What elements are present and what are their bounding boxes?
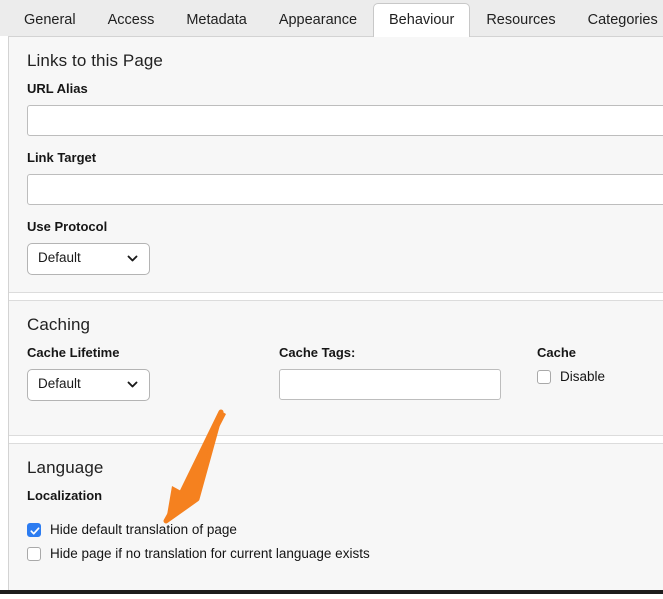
cache-tags-label: Cache Tags:: [279, 345, 356, 360]
url-alias-label: URL Alias: [27, 81, 88, 96]
section-title-links: Links to this Page: [27, 51, 163, 70]
cache-tags-input[interactable]: [279, 369, 501, 400]
cache-tags-column: Cache Tags:: [279, 345, 501, 400]
tab-appearance[interactable]: Appearance: [263, 3, 373, 37]
cache-disable-checkbox[interactable]: [537, 369, 551, 384]
link-target-input[interactable]: [27, 174, 663, 205]
language-section: Language Localization Hide default trans…: [9, 444, 663, 582]
cache-disable-label: Disable: [560, 369, 606, 384]
use-protocol-select[interactable]: Default: [27, 243, 150, 275]
cache-lifetime-column: Cache Lifetime Default: [27, 345, 150, 406]
url-alias-input[interactable]: [27, 105, 663, 136]
tab-resources[interactable]: Resources: [470, 3, 571, 37]
hide-default-translation-label: Hide default translation of page: [50, 522, 237, 537]
caching-section: Caching Cache Lifetime Default Cache Tag…: [9, 301, 663, 435]
tab-categories[interactable]: Categories: [572, 3, 663, 37]
use-protocol-label: Use Protocol: [27, 219, 108, 234]
cache-column: Cache Disable: [537, 345, 605, 393]
section-title-language: Language: [27, 458, 104, 477]
hide-default-translation-row[interactable]: Hide default translation of page: [27, 522, 663, 537]
chevron-down-icon: [127, 377, 138, 388]
links-to-this-page-section: Links to this Page URL Alias Link Target…: [9, 37, 663, 292]
section-divider-1: [9, 292, 663, 301]
hide-page-no-translation-checkbox[interactable]: [27, 546, 41, 561]
localization-label: Localization: [27, 488, 103, 503]
cache-label: Cache: [537, 345, 577, 360]
hide-page-no-translation-row[interactable]: Hide page if no translation for current …: [27, 546, 663, 561]
caching-columns: Cache Lifetime Default Cache Tags: Cache…: [27, 345, 663, 423]
use-protocol-value: Default: [38, 250, 81, 265]
window-bottom-edge: [0, 590, 663, 594]
tab-bar: General Access Metadata Appearance Behav…: [0, 0, 663, 37]
cache-lifetime-select[interactable]: Default: [27, 369, 150, 401]
tab-metadata[interactable]: Metadata: [170, 3, 262, 37]
hide-page-no-translation-label: Hide page if no translation for current …: [50, 546, 370, 561]
section-divider-2: [9, 435, 663, 444]
cache-lifetime-value: Default: [38, 376, 81, 391]
chevron-down-icon: [127, 251, 138, 262]
cache-disable-row[interactable]: Disable: [537, 369, 605, 384]
cache-lifetime-label: Cache Lifetime: [27, 345, 120, 360]
tab-access[interactable]: Access: [92, 3, 171, 37]
section-title-caching: Caching: [27, 315, 91, 334]
link-target-label: Link Target: [27, 150, 97, 165]
tab-behaviour[interactable]: Behaviour: [373, 3, 471, 37]
behaviour-panel: Links to this Page URL Alias Link Target…: [8, 36, 663, 591]
hide-default-translation-checkbox[interactable]: [27, 522, 41, 537]
tab-general[interactable]: General: [8, 3, 92, 37]
